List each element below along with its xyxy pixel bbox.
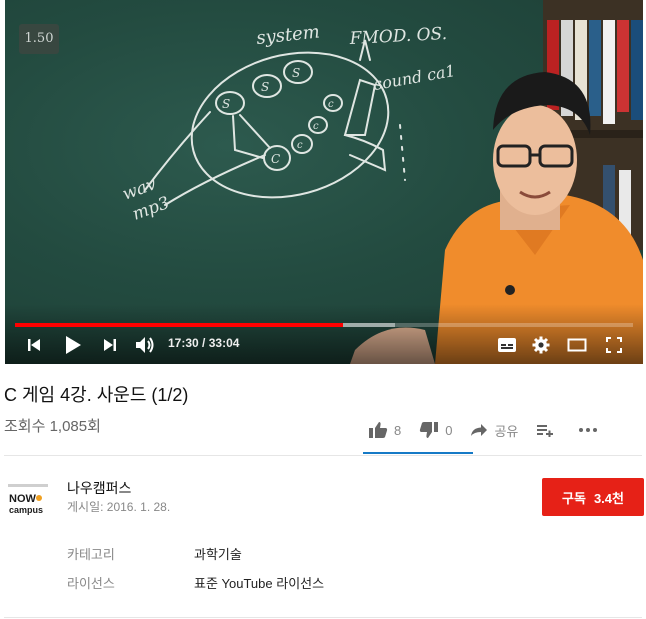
like-bar-underline [363,452,473,454]
previous-button[interactable] [23,333,45,357]
progress-played [15,323,343,327]
divider-bottom [4,617,642,618]
channel-logo[interactable]: NOW campus [6,482,50,518]
more-button[interactable] [578,427,604,433]
like-count: 8 [394,422,402,438]
view-count: 조회수 1,085회 [4,418,101,435]
publish-date: 게시일: 2016. 1. 28. [67,500,171,514]
subscriber-count: 3.4천 [593,490,624,506]
theater-mode-button[interactable] [565,333,589,357]
divider-top [4,455,642,456]
subtitles-icon [498,338,516,352]
subtitles-button[interactable] [495,333,519,357]
action-bar: 8 0 공유 [368,418,622,442]
category-value[interactable]: 과학기술 [194,544,242,563]
progress-bar[interactable] [15,323,633,327]
video-title: C 게임 4강. 사운드 (1/2) [4,385,189,405]
now-campus-logo-image: NOW campus [8,484,48,515]
dislike-count: 0 [445,422,453,438]
fullscreen-icon [606,337,622,353]
like-button[interactable]: 8 [368,421,401,439]
time-display: 17:30 / 33:04 [168,336,239,350]
share-button[interactable]: 공유 [470,421,518,440]
playback-speed-badge: 1.50 [19,24,59,54]
video-player[interactable]: system FMOD. OS. sound ca1 wav mp3 S S S… [5,0,643,364]
thumbs-down-icon [420,422,439,438]
gear-icon [532,336,550,354]
play-button[interactable] [59,333,87,357]
subscribe-button[interactable]: 구독 3.4천 [542,478,644,516]
thumbs-up-icon [369,422,388,438]
play-icon [66,336,81,354]
fullscreen-button[interactable] [602,333,626,357]
current-time: 17:30 [168,336,199,350]
add-to-playlist-icon [537,425,554,437]
logo-text-bottom: campus [9,505,43,515]
license-value: 표준 YouTube 라이선스 [194,576,325,591]
channel-name[interactable]: 나우캠퍼스 [67,478,131,498]
time-separator: / [202,336,206,350]
dislike-button[interactable]: 0 [419,421,452,439]
settings-button[interactable] [529,333,553,357]
subscribe-label: 구독 [562,490,586,506]
duration: 33:04 [208,336,240,350]
category-label: 카테고리 [67,547,115,562]
skip-next-icon [104,339,116,351]
more-horizontal-icon [579,428,598,432]
theater-mode-icon [567,338,587,352]
volume-icon [136,337,154,353]
license-label: 라이선스 [67,576,115,591]
share-icon [471,424,488,436]
volume-button[interactable] [133,333,157,357]
share-label: 공유 [494,423,519,439]
logo-text-top: NOW [9,493,37,505]
next-button[interactable] [99,333,121,357]
skip-previous-icon [28,339,40,351]
add-to-playlist-button[interactable] [536,423,560,437]
